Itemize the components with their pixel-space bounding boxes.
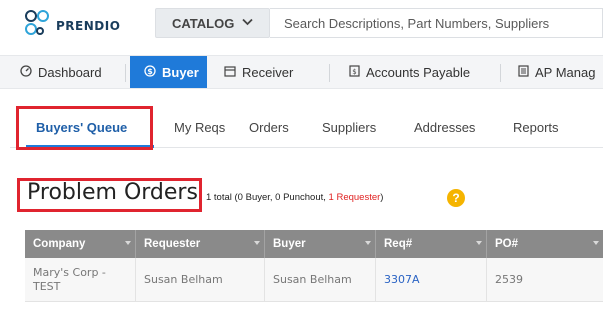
divider — [500, 64, 501, 82]
svg-text:$: $ — [147, 67, 153, 76]
column-header-po[interactable]: PO# — [487, 230, 603, 258]
module-buyer[interactable]: $ Buyer — [130, 56, 207, 88]
summary-suffix: ) — [380, 192, 384, 203]
column-header-buyer[interactable]: Buyer — [265, 230, 375, 258]
column-label: Buyer — [273, 238, 306, 250]
company-name: TEST — [33, 280, 61, 293]
tab-suppliers[interactable]: Suppliers — [322, 120, 376, 135]
search-box — [270, 8, 603, 38]
module-label: Dashboard — [38, 64, 102, 80]
module-label: AP Manag — [535, 64, 596, 80]
module-receiver[interactable]: Receiver — [224, 56, 293, 88]
divider — [329, 64, 330, 82]
sort-icon — [476, 241, 482, 245]
module-label: Buyer — [162, 64, 199, 80]
highlight-box-title — [17, 178, 202, 212]
sort-icon — [593, 241, 599, 245]
cell-company: Mary's Corp - TEST — [25, 258, 135, 302]
sort-icon — [365, 241, 371, 245]
logo-text: PRENDIO — [56, 19, 121, 33]
tab-reports[interactable]: Reports — [513, 120, 559, 135]
module-accounts-payable[interactable]: $ Accounts Payable — [349, 56, 470, 88]
cell-po: 2539 — [495, 273, 523, 286]
module-label: Accounts Payable — [366, 64, 471, 80]
column-header-company[interactable]: Company — [25, 230, 135, 258]
module-nav: Dashboard $ Buyer Receiver $ Accounts Pa… — [0, 55, 603, 89]
column-label: Company — [33, 238, 86, 250]
prendio-logo[interactable]: PRENDIO — [22, 8, 120, 38]
column-label: PO# — [495, 238, 519, 250]
divider — [125, 64, 126, 82]
column-header-requester[interactable]: Requester — [136, 230, 264, 258]
chevron-down-icon — [242, 17, 253, 29]
company-name: Mary's Corp - — [33, 266, 106, 279]
summary-requester-link[interactable]: 1 Requester — [329, 192, 381, 203]
calendar-icon — [224, 65, 236, 80]
dollar-doc-icon: $ — [349, 64, 360, 80]
dashboard-icon — [20, 64, 32, 80]
catalog-dropdown[interactable]: CATALOG — [155, 8, 270, 38]
dollar-icon: $ — [144, 64, 156, 80]
column-label: Req# — [384, 238, 413, 250]
highlight-box-tab — [16, 106, 153, 150]
sort-icon — [254, 241, 260, 245]
column-header-req[interactable]: Req# — [376, 230, 486, 258]
catalog-label: CATALOG — [172, 15, 235, 31]
order-summary: 1 total (0 Buyer, 0 Punchout, 1 Requeste… — [206, 192, 383, 203]
module-dashboard[interactable]: Dashboard — [20, 56, 102, 88]
search-input[interactable] — [270, 9, 602, 37]
sort-icon — [125, 241, 131, 245]
top-bar: PRENDIO CATALOG — [0, 0, 603, 46]
table-header: Company Requester Buyer Req# PO# — [25, 230, 603, 258]
cell-buyer: Susan Belham — [273, 273, 352, 286]
help-icon[interactable]: ? — [447, 189, 465, 207]
tab-addresses[interactable]: Addresses — [414, 120, 475, 135]
column-label: Requester — [144, 238, 201, 250]
module-label: Receiver — [242, 64, 294, 80]
tab-my-reqs[interactable]: My Reqs — [174, 120, 225, 135]
summary-prefix: 1 total (0 Buyer, 0 Punchout, — [206, 192, 329, 203]
module-ap-manager[interactable]: AP Manag — [518, 56, 595, 88]
cell-requester: Susan Belham — [144, 273, 223, 286]
logo-icon — [25, 10, 49, 35]
table-row[interactable]: Mary's Corp - TEST Susan Belham Susan Be… — [25, 258, 603, 302]
cell-req-link[interactable]: 3307A — [376, 258, 486, 302]
doc-icon — [518, 64, 529, 80]
svg-text:$: $ — [352, 68, 356, 76]
tab-orders[interactable]: Orders — [249, 120, 289, 135]
